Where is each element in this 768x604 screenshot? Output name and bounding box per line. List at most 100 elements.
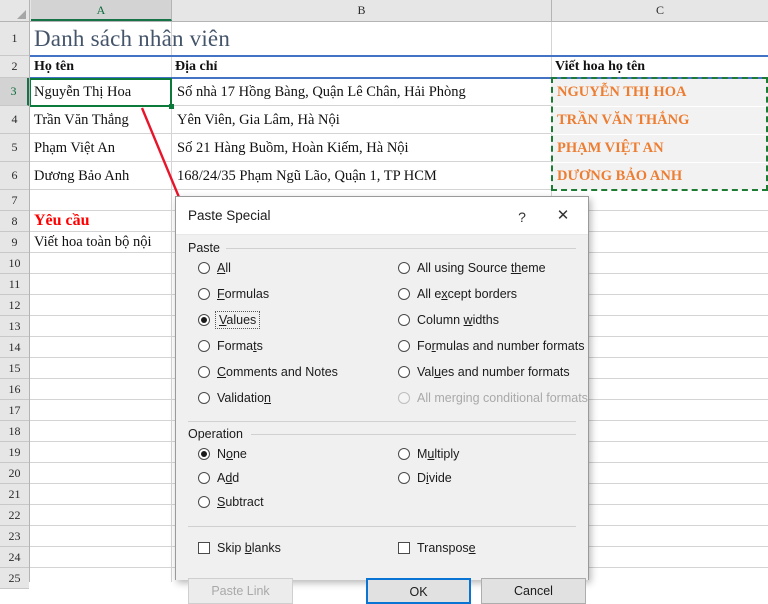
row-header-4[interactable]: 4	[0, 106, 29, 134]
select-all-corner[interactable]	[0, 0, 30, 21]
row-header-20[interactable]: 20	[0, 463, 29, 484]
row-header-5[interactable]: 5	[0, 134, 29, 162]
row-header-3[interactable]: 3	[0, 78, 29, 106]
paste-radio-values[interactable]: Values	[198, 311, 261, 329]
row-header-21[interactable]: 21	[0, 484, 29, 505]
cell-c5[interactable]: PHẠM VIỆT AN	[553, 135, 768, 162]
help-question-icon[interactable]: ?	[508, 205, 536, 229]
radio-label: Column widths	[417, 313, 499, 327]
row-header-9[interactable]: 9	[0, 232, 29, 253]
paste-radio-validation[interactable]: Validation	[198, 391, 271, 405]
cell-c6[interactable]: DƯƠNG BẢO ANH	[553, 163, 768, 190]
cell-a1-title[interactable]: Danh sách nhân viên	[30, 25, 570, 53]
cell-a3[interactable]: Nguyễn Thị Hoa	[30, 79, 170, 106]
radio-indicator	[398, 366, 410, 378]
requirement-title-text: Yêu cầu	[34, 212, 90, 229]
row-header-label: 8	[11, 214, 18, 228]
paste-special-dialog: Paste Special ? ✕ Paste All Formulas Value…	[175, 196, 589, 604]
row-header-15[interactable]: 15	[0, 358, 29, 379]
cell-b4[interactable]: Yên Viên, Gia Lâm, Hà Nội	[173, 107, 551, 134]
paste-link-button-label: Paste Link	[211, 584, 270, 598]
row-header-11[interactable]: 11	[0, 274, 29, 295]
paste-operation-divider	[188, 421, 576, 422]
row-header-18[interactable]: 18	[0, 421, 29, 442]
row-header-8[interactable]: 8	[0, 211, 29, 232]
operation-radio-add[interactable]: Add	[198, 471, 239, 485]
radio-indicator	[198, 288, 210, 300]
radio-indicator	[198, 340, 210, 352]
row-header-label: 4	[11, 112, 18, 126]
column-header-a[interactable]: A	[31, 0, 172, 21]
cell-c2-header[interactable]: Viết hoa họ tên	[551, 56, 768, 78]
radio-indicator	[198, 496, 210, 508]
radio-indicator	[398, 472, 410, 484]
row-header-7[interactable]: 7	[0, 190, 29, 211]
row-header-1[interactable]: 1	[0, 22, 29, 56]
sheet-title: Danh sách nhân viên	[34, 26, 231, 51]
cell-b5[interactable]: Số 21 Hàng Buồm, Hoàn Kiếm, Hà Nội	[173, 135, 551, 162]
cell-c3[interactable]: NGUYỄN THỊ HOA	[553, 79, 768, 106]
cell-c5-text: PHẠM VIỆT AN	[557, 140, 664, 156]
row-header-6[interactable]: 6	[0, 162, 29, 190]
checkbox-transpose[interactable]: Transpose	[398, 541, 476, 555]
operation-radio-multiply[interactable]: Multiply	[398, 447, 459, 461]
row-header-label: 6	[11, 168, 18, 182]
radio-indicator	[198, 472, 210, 484]
cell-b6[interactable]: 168/24/35 Phạm Ngũ Lão, Quận 1, TP HCM	[173, 163, 551, 190]
row-header-label: 10	[8, 256, 21, 270]
cell-b3[interactable]: Số nhà 17 Hồng Bàng, Quận Lê Chân, Hải P…	[173, 79, 551, 106]
paste-radio-column-widths[interactable]: Column widths	[398, 313, 499, 327]
cell-a6[interactable]: Dương Bảo Anh	[30, 163, 170, 190]
row-header-19[interactable]: 19	[0, 442, 29, 463]
radio-label: Formats	[217, 339, 263, 353]
cell-c6-text: DƯƠNG BẢO ANH	[557, 168, 683, 184]
paste-radio-all-using-source-theme[interactable]: All using Source theme	[398, 261, 546, 275]
operation-radio-divide[interactable]: Divide	[398, 471, 452, 485]
paste-radio-formulas-and-number-formats[interactable]: Formulas and number formats	[398, 339, 584, 353]
column-header-b-label: B	[357, 3, 366, 17]
column-header-b[interactable]: B	[172, 0, 552, 21]
row-header-10[interactable]: 10	[0, 253, 29, 274]
operation-radio-subtract[interactable]: Subtract	[198, 495, 264, 509]
operation-radio-none[interactable]: None	[198, 447, 247, 461]
paste-radio-comments-and-notes[interactable]: Comments and Notes	[198, 365, 338, 379]
cell-c3-text: NGUYỄN THỊ HOA	[557, 84, 687, 100]
checkbox-skip-blanks[interactable]: Skip blanks	[198, 541, 281, 555]
paste-radio-all-except-borders[interactable]: All except borders	[398, 287, 517, 301]
requirement-body-text: Viết hoa toàn bộ nội	[34, 234, 152, 250]
cell-a4[interactable]: Trần Văn Thắng	[30, 107, 170, 134]
row-header-23[interactable]: 23	[0, 526, 29, 547]
radio-label: Validation	[217, 391, 271, 405]
cell-c4[interactable]: TRẦN VĂN THẮNG	[553, 107, 768, 134]
row-header-12[interactable]: 12	[0, 295, 29, 316]
row-header-17[interactable]: 17	[0, 400, 29, 421]
row-header-label: 12	[8, 298, 21, 312]
close-x-icon[interactable]: ✕	[546, 205, 580, 229]
cell-a8-requirement-title[interactable]: Yêu cầu	[30, 210, 170, 232]
cell-a2-header[interactable]: Họ tên	[30, 56, 170, 78]
cancel-button-label: Cancel	[514, 584, 553, 598]
radio-label: All using Source theme	[417, 261, 546, 275]
row-header-16[interactable]: 16	[0, 379, 29, 400]
row-header-14[interactable]: 14	[0, 337, 29, 358]
paste-radio-formulas[interactable]: Formulas	[198, 287, 269, 301]
row-header-22[interactable]: 22	[0, 505, 29, 526]
paste-radio-all[interactable]: All	[198, 261, 231, 275]
cell-a5-text: Phạm Việt An	[34, 140, 116, 156]
column-header-c[interactable]: C	[552, 0, 768, 21]
radio-label: Comments and Notes	[217, 365, 338, 379]
cell-a5[interactable]: Phạm Việt An	[30, 135, 170, 162]
row-header-13[interactable]: 13	[0, 316, 29, 337]
radio-indicator	[398, 340, 410, 352]
fill-handle[interactable]	[169, 104, 174, 109]
dialog-title-bar: Paste Special ? ✕	[176, 197, 588, 235]
paste-radio-formats[interactable]: Formats	[198, 339, 263, 353]
row-header-2[interactable]: 2	[0, 56, 29, 78]
cell-b2-header[interactable]: Địa chỉ	[171, 56, 501, 78]
row-header-24[interactable]: 24	[0, 547, 29, 568]
row-header-25[interactable]: 25	[0, 568, 29, 589]
column-header-address: Địa chỉ	[175, 59, 218, 74]
paste-radio-values-and-number-formats[interactable]: Values and number formats	[398, 365, 570, 379]
operation-group-rule	[251, 434, 576, 435]
radio-indicator	[198, 392, 210, 404]
